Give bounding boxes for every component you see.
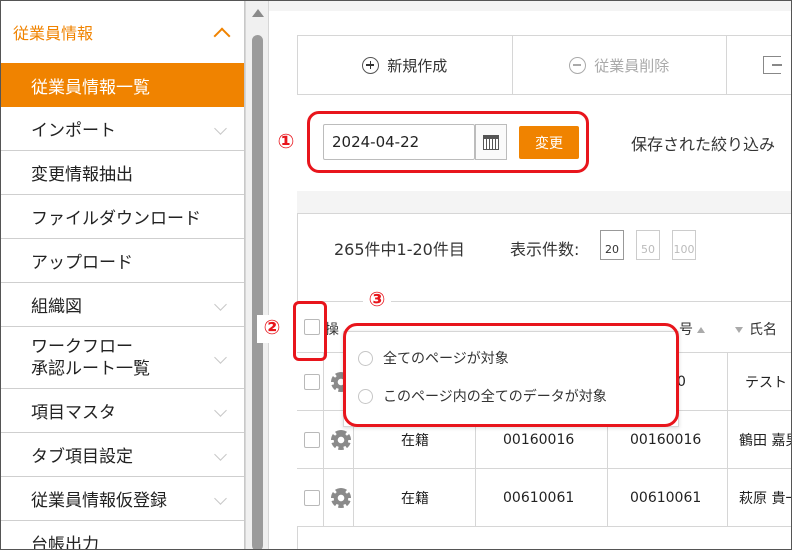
sidebar-item-tab-settings[interactable]: タブ項目設定: [1, 433, 244, 477]
sidebar-item-label: ファイルダウンロード: [31, 209, 201, 229]
sidebar-item-provisional-register[interactable]: 従業員情報仮登録: [1, 477, 244, 521]
name-cell: 鶴田 嘉男: [739, 433, 791, 449]
chevron-down-icon: [215, 356, 226, 367]
column-divider: [323, 411, 324, 469]
gear-icon[interactable]: [331, 488, 351, 508]
sidebar-item-label: アップロード: [31, 253, 133, 273]
sidebar-item-file-download[interactable]: ファイルダウンロード: [1, 195, 244, 239]
sidebar-item-label: 台帳出力: [31, 535, 99, 550]
column-divider: [353, 469, 354, 527]
annotation-box-popup: [343, 323, 679, 427]
sidebar-item-import[interactable]: インポート: [1, 107, 244, 151]
chevron-down-icon: [215, 409, 226, 420]
name-column-header[interactable]: 氏名: [735, 319, 777, 339]
annotation-number-1: ①: [273, 129, 299, 155]
sidebar-section-title: 従業員情報: [13, 24, 94, 43]
column-divider: [607, 469, 608, 527]
toolbar: 新規作成 従業員削除: [297, 35, 791, 95]
sidebar-item-label: 組織図: [31, 297, 82, 317]
exit-button[interactable]: [727, 36, 791, 94]
chevron-down-icon: [215, 127, 226, 138]
saved-filter-label[interactable]: 保存された絞り込み: [631, 131, 775, 155]
employee-number-cell: 00610061: [503, 490, 575, 506]
sidebar-item-ledger-output[interactable]: 台帳出力: [1, 521, 244, 550]
delete-employee-button[interactable]: 従業員削除: [513, 36, 728, 94]
record-count: 265件中1-20件目: [334, 240, 465, 259]
sidebar-item-workflow-routes[interactable]: ワークフロー 承認ルート一覧: [1, 327, 244, 389]
annotation-box-select-all: [293, 301, 327, 361]
sidebar-scrollbar[interactable]: [245, 1, 269, 549]
chevron-up-icon[interactable]: [214, 25, 228, 39]
minus-circle-icon: [569, 56, 587, 74]
new-button[interactable]: 新規作成: [298, 36, 513, 94]
top-strip: [269, 1, 791, 11]
new-button-label: 新規作成: [387, 56, 448, 75]
column-divider: [727, 469, 728, 527]
main-content: 新規作成 従業員削除 2024-04-22 変更 保存された絞り込み 265件中…: [269, 1, 791, 549]
column-divider: [727, 353, 728, 411]
sidebar-item-label: 項目マスタ: [31, 403, 116, 423]
sidebar-item-org-chart[interactable]: 組織図: [1, 283, 244, 327]
name-cell: 萩原 貴一: [739, 491, 791, 507]
name-cell: テスト: [745, 375, 787, 391]
chevron-down-icon: [215, 453, 226, 464]
sort-desc-icon: [735, 327, 743, 333]
page-size-20[interactable]: 20: [600, 230, 624, 260]
sidebar-item-label: タブ項目設定: [31, 447, 133, 467]
annotation-number-3: ③: [363, 287, 391, 313]
column-divider: [727, 411, 728, 469]
sidebar-item-label: 従業員情報仮登録: [31, 491, 167, 511]
row-checkbox[interactable]: [304, 374, 320, 390]
sidebar-item-label: 従業員情報一覧: [31, 77, 150, 98]
chevron-down-icon: [215, 497, 226, 508]
number-column-header[interactable]: 号: [679, 319, 705, 339]
page-size-100[interactable]: 100: [672, 230, 696, 260]
gear-icon[interactable]: [331, 430, 351, 450]
name-column-header-text: 氏名: [749, 322, 777, 338]
exit-icon: [763, 56, 783, 74]
ops-column-header: 操: [325, 322, 339, 338]
annotation-box-date-filter: [307, 111, 589, 173]
sidebar-item-upload[interactable]: アップロード: [1, 239, 244, 283]
sort-asc-icon: [697, 327, 705, 333]
row-checkbox[interactable]: [304, 432, 320, 448]
annotation-number-2: ②: [257, 315, 287, 343]
scroll-up-arrow-icon[interactable]: [252, 9, 264, 17]
sidebar-item-label: 変更情報抽出: [31, 165, 133, 185]
sidebar-item-field-master[interactable]: 項目マスタ: [1, 389, 244, 433]
status-cell: 在籍: [401, 491, 429, 507]
code-cell: 00610061: [630, 490, 702, 506]
sidebar-section-header[interactable]: 従業員情報: [1, 1, 244, 63]
sidebar-item-label: インポート: [31, 121, 116, 141]
column-divider: [323, 353, 324, 411]
row-checkbox[interactable]: [304, 490, 320, 506]
page-size-50[interactable]: 50: [636, 230, 660, 260]
column-divider: [475, 469, 476, 527]
column-divider: [323, 469, 324, 527]
app-window: 従業員情報 従業員情報一覧 インポート 変更情報抽出 ファイルダウンロード アッ…: [0, 0, 792, 550]
sidebar-item-label: ワークフロー 承認ルート一覧: [31, 336, 150, 379]
sidebar: 従業員情報 従業員情報一覧 インポート 変更情報抽出 ファイルダウンロード アッ…: [1, 1, 245, 550]
sidebar-item-change-extract[interactable]: 変更情報抽出: [1, 151, 244, 195]
chevron-down-icon: [215, 303, 226, 314]
page-size-label: 表示件数:: [510, 240, 580, 259]
table-row[interactable]: 在籍 00610061 00610061 萩原 貴一: [297, 469, 791, 527]
plus-circle-icon: [362, 56, 380, 74]
sidebar-item-employee-list[interactable]: 従業員情報一覧: [1, 63, 244, 107]
delete-employee-button-label: 従業員削除: [594, 56, 670, 75]
number-column-header-text: 号: [679, 322, 693, 338]
scroll-thumb[interactable]: [252, 35, 263, 549]
